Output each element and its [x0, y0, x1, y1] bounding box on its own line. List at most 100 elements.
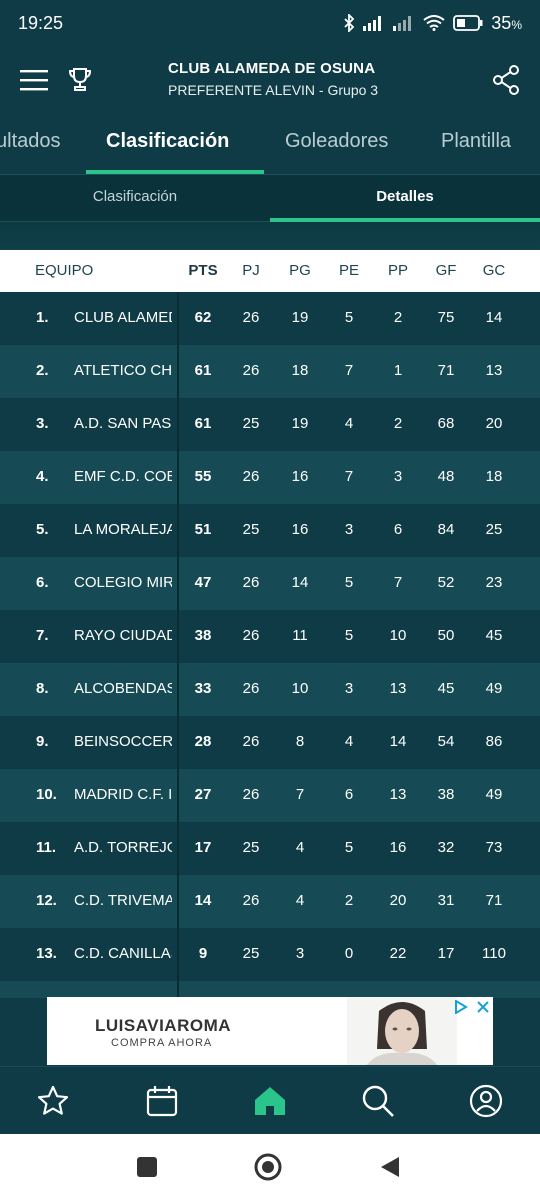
table-row[interactable]: 8. ALCOBENDAS SPORT 33 26 10 3 13 45 49	[0, 663, 540, 716]
row-pts: 61	[194, 415, 212, 432]
row-team-name[interactable]: ALCOBENDAS SPORT	[74, 680, 172, 697]
share-icon	[493, 65, 519, 95]
row-team-name[interactable]: ATLETICO CHAMARTIN	[74, 362, 172, 379]
table-row[interactable]: 3. A.D. SAN PASCUAL 61 25 19 4 2 68 20	[0, 398, 540, 451]
tab-clasificacion[interactable]: Clasificación	[106, 130, 229, 153]
row-pe: 5	[344, 309, 354, 326]
row-pe: 5	[344, 839, 354, 856]
row-team-name[interactable]: COLEGIO MIRABAL	[74, 574, 172, 591]
table-row[interactable]: 6. COLEGIO MIRABAL 47 26 14 5 7 52 23	[0, 557, 540, 610]
row-team-name[interactable]: BEINSOCCER	[74, 733, 172, 750]
row-position: 10.	[36, 786, 57, 803]
row-pj: 26	[242, 786, 260, 803]
trophy-button[interactable]	[60, 60, 100, 100]
row-position: 8.	[36, 680, 49, 697]
row-pj: 25	[242, 521, 260, 538]
ad-choices[interactable]	[449, 997, 493, 1017]
row-team-name[interactable]: C.D. TRIVEMAR	[74, 892, 172, 909]
tab-resultados[interactable]: ultados	[0, 130, 61, 153]
row-pg: 4	[295, 839, 305, 856]
back-button[interactable]	[376, 1153, 404, 1181]
system-home-icon	[254, 1153, 282, 1181]
sub-tabs: Clasificación Detalles	[0, 174, 540, 222]
row-pp: 6	[393, 521, 403, 538]
row-pj: 25	[242, 839, 260, 856]
row-gc: 13	[485, 362, 503, 379]
header-pe[interactable]: PE	[329, 262, 369, 279]
row-team-name[interactable]: RAYO CIUDAD ALCOBENDAS	[74, 627, 172, 644]
nav-profile[interactable]	[468, 1083, 504, 1119]
header-titles: CLUB ALAMEDA DE OSUNA PREFERENTE ALEVIN …	[168, 60, 378, 98]
system-nav	[0, 1134, 540, 1200]
header-gf[interactable]: GF	[426, 262, 466, 279]
row-pj: 26	[242, 733, 260, 750]
signal-icon	[363, 15, 385, 31]
row-pe: 3	[344, 680, 354, 697]
row-team-name[interactable]: MADRID C.F. INTERNACIONAL	[74, 786, 172, 803]
table-row[interactable]: 9. BEINSOCCER 28 26 8 4 14 54 86	[0, 716, 540, 769]
table-row[interactable]: 5. LA MORALEJA 51 25 16 3 6 84 25	[0, 504, 540, 557]
table-row[interactable]: 13. C.D. CANILLAS 9 25 3 0 22 17 110	[0, 928, 540, 981]
subtab-clasificacion[interactable]: Clasificación	[0, 188, 270, 205]
ad-cta[interactable]: COMPRA AHORA	[111, 1037, 212, 1049]
row-pp: 1	[393, 362, 403, 379]
status-icons: 35%	[343, 13, 522, 34]
row-pg: 19	[291, 309, 309, 326]
header-pp[interactable]: PP	[378, 262, 418, 279]
row-position: 5.	[36, 521, 49, 538]
table-row[interactable]: 2.ATLETICO CHAMARTIN612618717113	[0, 345, 540, 398]
row-pg: 11	[292, 627, 308, 644]
row-pp: 14	[389, 733, 407, 750]
row-pe: 3	[344, 521, 354, 538]
nav-favorites[interactable]	[35, 1083, 71, 1119]
status-time: 19:25	[18, 12, 64, 33]
header-gc[interactable]: GC	[474, 262, 514, 279]
row-pp: 20	[389, 892, 407, 909]
table-header: EQUIPO PTS PJ PG PE PP GF GC	[0, 250, 540, 292]
header-pg[interactable]: PG	[280, 262, 320, 279]
table-row[interactable]: 12. C.D. TRIVEMAR 14 26 4 2 20 31 71	[0, 875, 540, 928]
share-button[interactable]	[486, 60, 526, 100]
row-pg: 19	[291, 415, 309, 432]
row-gf: 71	[437, 362, 455, 379]
row-pts: 33	[194, 680, 212, 697]
row-pts: 9	[198, 945, 208, 962]
row-gc: 25	[485, 521, 503, 538]
row-pp: 16	[389, 839, 407, 856]
row-gc: 49	[485, 786, 503, 803]
header-equipo[interactable]: EQUIPO	[35, 262, 93, 279]
recents-button[interactable]	[133, 1153, 161, 1181]
row-gf: 38	[437, 786, 455, 803]
row-team-name[interactable]: A.D. TORREJON	[74, 839, 172, 856]
row-team-name[interactable]: A.D. SAN PASCUAL	[74, 415, 172, 432]
row-team-name[interactable]: CLUB ALAMEDA	[74, 309, 172, 326]
ad-banner[interactable]: LUISAVIAROMA COMPRA AHORA	[47, 997, 493, 1065]
subtab-detalles[interactable]: Detalles	[270, 188, 540, 205]
row-gc: 49	[485, 680, 503, 697]
row-pg: 10	[291, 680, 309, 697]
tab-goleadores[interactable]: Goleadores	[285, 130, 388, 153]
row-gf: 48	[437, 468, 455, 485]
table-row[interactable]: 7. RAYO CIUDAD ALCOBENDAS 38 26 11 5 10 50 45	[0, 610, 540, 663]
row-pts: 47	[194, 574, 212, 591]
row-team-name[interactable]: C.D. CANILLAS	[74, 945, 172, 962]
nav-home[interactable]	[252, 1083, 288, 1119]
table-row[interactable]: 1. CLUB ALAMEDA 62 26 19 5 2 75 14	[0, 292, 540, 345]
table-row[interactable]: 10. MADRID C.F. INTERNACIONAL 27 26 7 6 13 38 49	[0, 769, 540, 822]
row-team-name[interactable]: LA MORALEJA	[74, 521, 172, 538]
system-home-button[interactable]	[254, 1153, 282, 1181]
nav-search[interactable]	[360, 1083, 396, 1119]
row-gf: 84	[437, 521, 455, 538]
nav-calendar[interactable]	[144, 1083, 180, 1119]
tab-plantilla[interactable]: Plantilla	[441, 130, 511, 153]
table-row[interactable]: 4. EMF C.D. COBEÑA 55 26 16 7 3 48 18	[0, 451, 540, 504]
menu-button[interactable]	[14, 60, 54, 100]
header-pts[interactable]: PTS	[183, 262, 223, 279]
close-icon	[476, 1001, 489, 1013]
row-pts: 14	[194, 892, 212, 909]
row-team-name[interactable]: EMF C.D. COBEÑA	[74, 468, 172, 485]
row-pp: 2	[393, 415, 403, 432]
status-bar: 19:25 35%	[0, 0, 540, 46]
header-pj[interactable]: PJ	[231, 262, 271, 279]
table-row[interactable]: 11. A.D. TORREJON 17 25 4 5 16 32 73	[0, 822, 540, 875]
